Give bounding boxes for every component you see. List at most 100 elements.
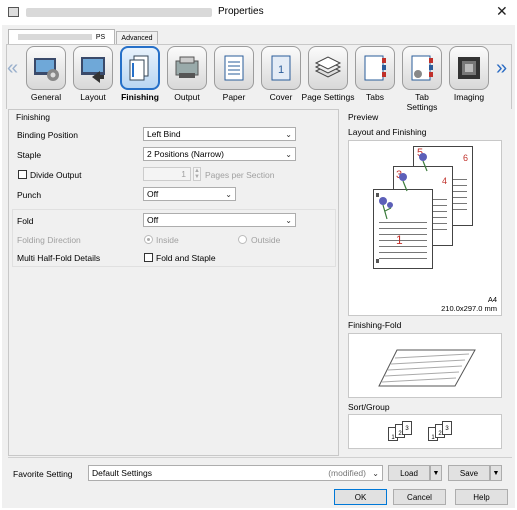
toolbar-output[interactable]: Output — [164, 46, 210, 102]
general-icon — [34, 58, 59, 81]
toolbar-tabs-label: Tabs — [366, 92, 384, 102]
favorite-modified: (modified) — [328, 468, 366, 478]
toolbar-paper[interactable]: Paper — [211, 46, 257, 102]
chevron-down-icon: ⌄ — [285, 150, 292, 159]
layout-finishing-title: Layout and Finishing — [348, 127, 427, 137]
divide-output-count[interactable]: 1 — [143, 167, 191, 181]
paper-dimensions: 210.0x297.0 mm — [441, 304, 497, 313]
chevron-down-icon: ⌄ — [225, 190, 232, 199]
printer-name-redacted — [26, 8, 212, 17]
fold-preview — [348, 333, 502, 398]
ok-button[interactable]: OK — [334, 489, 387, 505]
toolbar-layout-label: Layout — [80, 92, 106, 102]
paper-size: A4 — [487, 295, 497, 304]
chevron-down-icon: ⌄ — [372, 469, 379, 478]
punch-label: Punch — [17, 190, 42, 200]
toolbar-page-settings[interactable]: Page Settings — [302, 46, 354, 102]
toolbar-imaging-label: Imaging — [453, 92, 485, 102]
printer-icon — [8, 7, 19, 17]
toolbar-finishing-label: Finishing — [121, 92, 159, 102]
toolbar-cover-label: Cover — [269, 92, 293, 102]
cover-icon: 1 — [271, 55, 291, 81]
staple-mark — [376, 193, 379, 197]
finishing-section-title: Finishing — [16, 112, 51, 122]
finishing-icon — [129, 55, 149, 81]
fold-label: Fold — [17, 216, 34, 226]
paper-icon — [224, 55, 244, 81]
toolbar-tab-settings-label: Tab Settings — [406, 92, 438, 112]
tab-name-redacted — [17, 34, 92, 40]
toolbar-finishing[interactable]: Finishing — [117, 46, 163, 102]
imaging-icon — [458, 57, 480, 79]
tab-ps[interactable]: PS — [8, 29, 115, 44]
page-settings-icon — [314, 56, 342, 78]
sort-group-preview: 1 2 3 1 2 3 — [348, 414, 502, 449]
divide-output-label: Divide Output — [30, 170, 82, 180]
multi-half-fold-label: Multi Half-Fold Details — [17, 253, 101, 263]
staple-mark — [376, 259, 379, 263]
window-title: Properties — [218, 6, 264, 17]
layout-preview: 5 6 3 4 1 A4 210.0x297.0 mm — [348, 140, 502, 316]
preview-page-number: 4 — [442, 176, 448, 186]
pages-per-section-label: Pages per Section — [205, 170, 275, 180]
favorite-setting-select[interactable]: Default Settings (modified) ⌄ — [88, 465, 383, 481]
fold-paper-icon — [378, 349, 476, 387]
load-dropdown-icon[interactable]: ▼ — [430, 465, 442, 481]
favorite-setting-label: Favorite Setting — [13, 469, 73, 479]
toolbar-tab-settings[interactable]: Tab Settings — [399, 46, 445, 112]
flower-icon — [399, 173, 408, 192]
favorite-setting-value: Default Settings — [92, 468, 153, 478]
tabs-icon — [364, 55, 386, 81]
save-button[interactable]: Save — [448, 465, 490, 481]
scroll-right-icon[interactable]: » — [496, 58, 507, 78]
finishing-panel — [8, 109, 339, 456]
bottom-divider — [8, 457, 512, 458]
staple-select[interactable]: 2 Positions (Narrow) ⌄ — [143, 147, 296, 161]
binding-position-label: Binding Position — [17, 130, 78, 140]
preview-page-number: 1 — [396, 233, 403, 247]
outside-label: Outside — [251, 235, 281, 245]
layout-icon — [81, 57, 105, 83]
binding-position-value: Left Bind — [147, 129, 181, 139]
preview-section-title: Preview — [348, 112, 379, 122]
title-bar: Properties ✕ — [0, 0, 517, 25]
svg-text:1: 1 — [278, 64, 284, 76]
inside-label: Inside — [156, 235, 179, 245]
toolbar-tabs[interactable]: Tabs — [352, 46, 398, 102]
toolbar-general-label: General — [30, 92, 62, 102]
punch-value: Off — [147, 189, 159, 199]
help-button[interactable]: Help — [455, 489, 508, 505]
outside-radio[interactable] — [238, 235, 247, 244]
inside-radio[interactable] — [144, 235, 153, 244]
tab-advanced[interactable]: Advanced — [116, 31, 158, 44]
fold-value: Off — [147, 215, 159, 225]
scroll-left-icon[interactable]: « — [7, 58, 18, 78]
tab-settings-icon — [411, 55, 433, 81]
fold-select[interactable]: Off ⌄ — [143, 213, 296, 227]
punch-select[interactable]: Off ⌄ — [143, 187, 236, 201]
flower-icon — [379, 197, 393, 220]
toolbar-layout[interactable]: Layout — [70, 46, 116, 102]
load-button[interactable]: Load — [388, 465, 430, 481]
cancel-button[interactable]: Cancel — [393, 489, 446, 505]
flower-icon — [419, 153, 428, 172]
toolbar-cover[interactable]: 1 Cover — [258, 46, 304, 102]
save-dropdown-icon[interactable]: ▼ — [490, 465, 502, 481]
finishing-fold-title: Finishing-Fold — [348, 320, 402, 330]
tab-advanced-label: Advanced — [121, 34, 153, 42]
spinner-icon[interactable]: ▲ ▼ — [193, 167, 201, 181]
toolbar-general[interactable]: General — [23, 46, 69, 102]
toolbar-imaging[interactable]: Imaging — [446, 46, 492, 102]
staple-label: Staple — [17, 150, 42, 160]
toolbar-output-label: Output — [174, 92, 200, 102]
tab-ps-label: PS — [95, 33, 106, 41]
sort-group-title: Sort/Group — [348, 402, 390, 412]
close-icon[interactable]: ✕ — [496, 4, 508, 18]
staple-value: 2 Positions (Narrow) — [147, 149, 224, 159]
toolbar-page-settings-label: Page Settings — [301, 92, 355, 102]
fold-and-staple-checkbox[interactable] — [144, 253, 153, 262]
chevron-down-icon: ⌄ — [285, 130, 292, 139]
divide-output-checkbox[interactable] — [18, 170, 27, 179]
chevron-down-icon: ⌄ — [285, 216, 292, 225]
binding-position-select[interactable]: Left Bind ⌄ — [143, 127, 296, 141]
